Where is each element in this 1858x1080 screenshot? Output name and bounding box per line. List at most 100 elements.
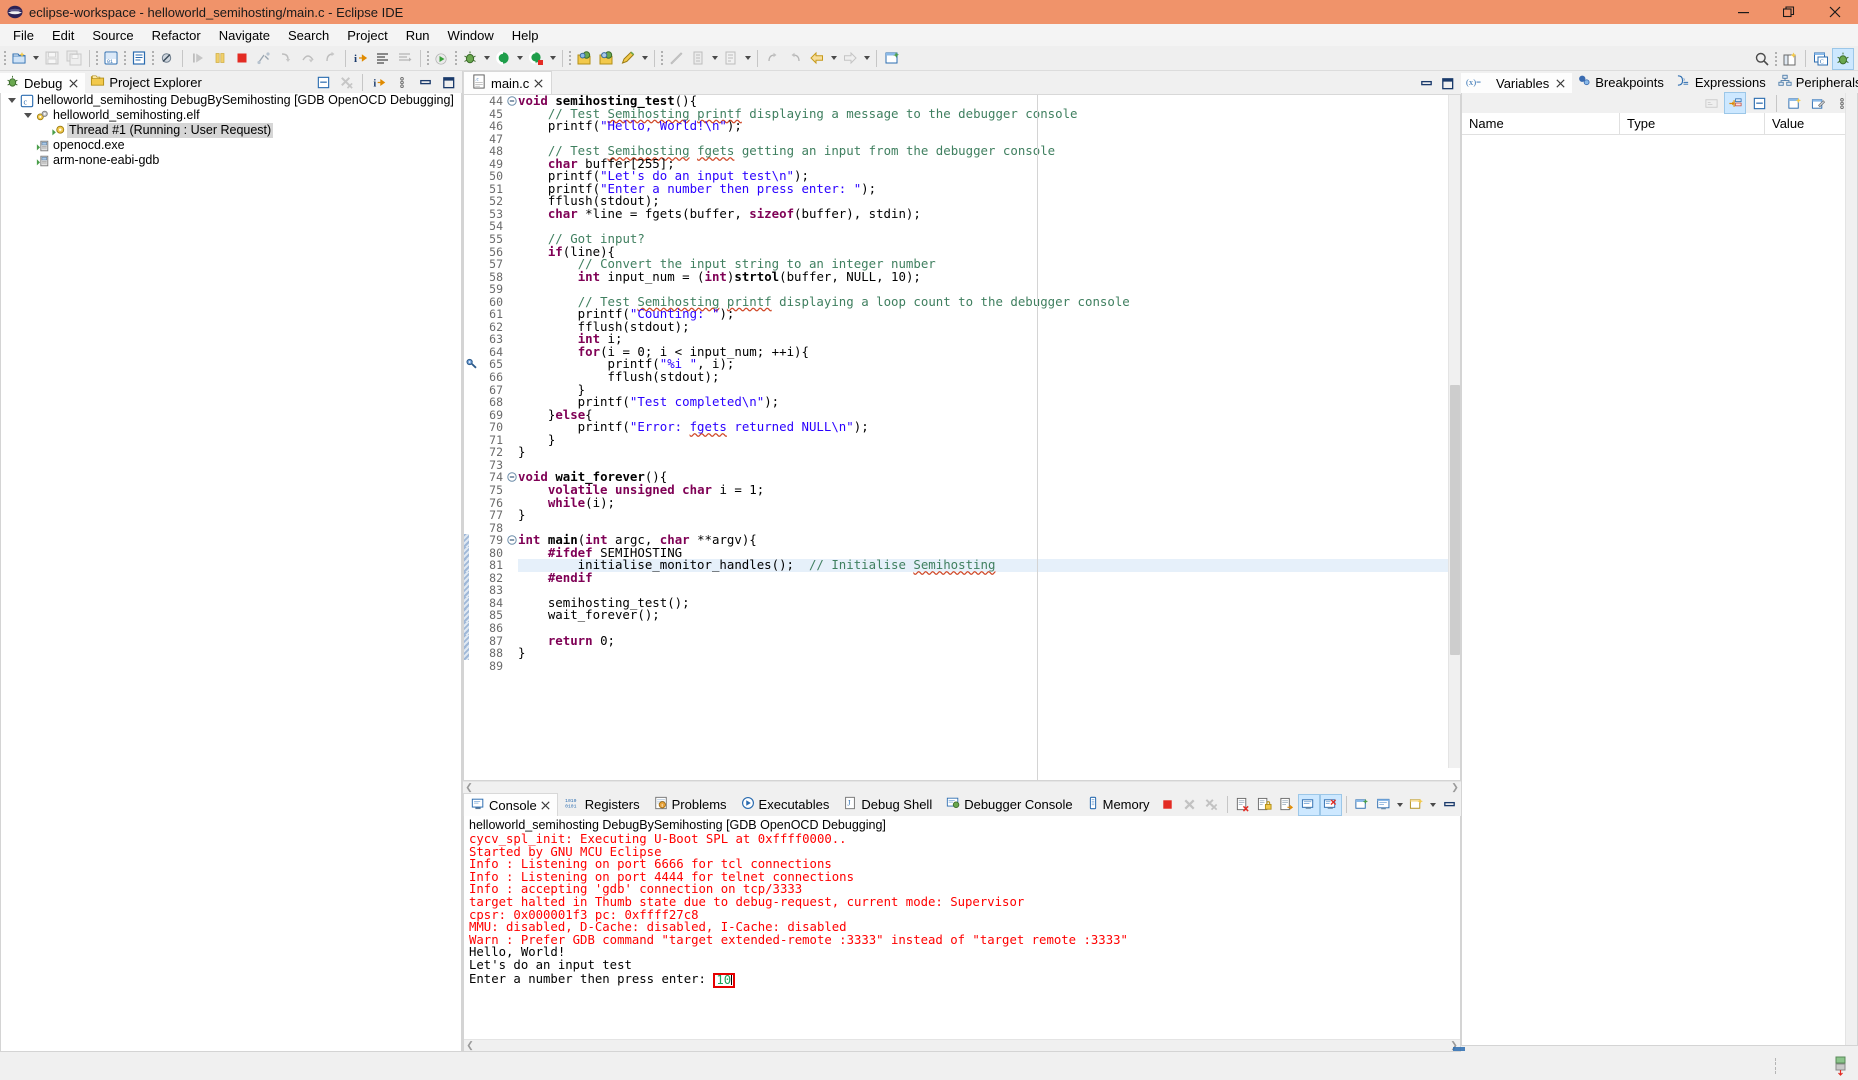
editor-code-line[interactable]: printf("Error: fgets returned NULL\n"); [518,421,1460,434]
minimize-editor-icon[interactable] [1419,76,1434,94]
editor-gutter-cell[interactable] [464,534,480,547]
editor-gutter-cell[interactable] [464,246,480,259]
debug-tree-row[interactable]: openocd.exe [1,138,461,153]
variables-body[interactable]: Name Type Value [1461,93,1858,1046]
editor-gutter-cell[interactable] [464,271,480,284]
new-wizard-icon[interactable] [8,47,30,69]
menu-project[interactable]: Project [338,26,396,45]
toggle-mark-occurrences-icon[interactable] [128,47,150,69]
editor-code-line[interactable]: } [518,509,1460,522]
back-history-icon[interactable] [806,47,828,69]
editor-gutter-cell[interactable] [464,635,480,648]
debug-tree[interactable]: chelloworld_semihosting DebugBySemihosti… [0,93,462,1052]
display-selected-console-icon[interactable] [1373,794,1395,816]
maximize-debug-view-icon[interactable] [437,71,459,93]
minimize-debug-view-icon[interactable] [414,71,436,93]
editor-gutter-cell[interactable] [464,572,480,585]
console-tab-memory[interactable]: Memory [1080,793,1157,816]
status-bar-handle[interactable] [1775,1058,1778,1074]
menu-source[interactable]: Source [83,26,142,45]
variables-rows[interactable] [1462,135,1857,1045]
editor-gutter-cell[interactable] [464,145,480,158]
editor-code-line[interactable]: fflush(stdout); [518,321,1460,334]
editor-gutter-cell[interactable] [464,609,480,622]
editor-gutter-cell[interactable] [464,547,480,560]
editor-code-line[interactable]: volatile unsigned char i = 1; [518,484,1460,497]
editor-code-line[interactable]: initialise_monitor_handles(); // Initial… [518,559,1460,572]
tab-peripherals[interactable]: Peripherals [1773,71,1858,93]
close-console-tab-icon[interactable] [541,798,550,813]
editor-gutter-cell[interactable] [464,95,480,108]
variables-column-value[interactable]: Value [1765,113,1845,135]
editor-gutter-cell[interactable] [464,358,480,371]
new-cpp-project-icon[interactable] [595,47,617,69]
menu-run[interactable]: Run [397,26,439,45]
debug-tree-row[interactable]: chelloworld_semihosting DebugBySemihosti… [1,93,461,108]
close-window-button[interactable] [1812,0,1858,24]
tab-main-c[interactable]: .c main.c [463,71,552,94]
instruction-stepping-icon[interactable]: i [350,47,372,69]
editor-gutter-cell[interactable] [464,258,480,271]
editor-gutter-cell[interactable] [464,434,480,447]
editor-code-line[interactable] [518,220,1460,233]
new-c-project-icon[interactable] [573,47,595,69]
editor-code-line[interactable]: fflush(stdout); [518,371,1460,384]
editor-marker-gutter[interactable] [464,95,480,780]
editor-code-line[interactable]: printf("Hello, World!\n"); [518,120,1460,133]
new-class-arrow[interactable] [639,47,650,69]
editor-gutter-cell[interactable] [464,446,480,459]
menu-search[interactable]: Search [279,26,338,45]
forward-history-arrow[interactable] [861,47,872,69]
console-input-highlight-box[interactable]: 10 [713,973,735,988]
run-icon[interactable] [431,47,453,69]
console-tab-problems[interactable]: !Problems [647,793,734,816]
perspective-c-cpp-icon[interactable]: C [1810,48,1832,70]
editor-code-line[interactable]: // Got input? [518,233,1460,246]
debug-tree-row[interactable]: arm-none-eabi-gdb [1,153,461,168]
quick-access-search-icon[interactable] [1751,48,1773,70]
tab-debug[interactable]: Debug [0,71,85,93]
editor-gutter-cell[interactable] [464,346,480,359]
menu-help[interactable]: Help [503,26,548,45]
back-history-arrow[interactable] [828,47,839,69]
tree-expand-arrow-open[interactable] [5,93,18,108]
editor-code-line[interactable]: } [518,647,1460,660]
word-wrap-icon[interactable] [1276,794,1298,816]
editor-gutter-cell[interactable] [464,622,480,635]
show-console-on-output-icon[interactable] [1298,794,1320,816]
editor-gutter-cell[interactable] [464,158,480,171]
perspective-debug-icon[interactable] [1832,48,1854,70]
debug-tree-row[interactable]: Thread #1 (Running : User Request) [1,123,461,138]
close-variables-tab-icon[interactable] [1556,76,1565,91]
pin-editor-icon[interactable] [881,47,903,69]
editor-gutter-cell[interactable] [464,522,480,535]
show-debug-toolbar-icon[interactable]: i [368,71,390,93]
open-console-arrow[interactable] [1428,794,1439,816]
editor-gutter-cell[interactable] [464,559,480,572]
editor-code-line[interactable] [518,660,1460,673]
editor-gutter-cell[interactable] [464,660,480,673]
open-declaration-icon[interactable] [372,47,394,69]
editor-gutter-cell[interactable] [464,396,480,409]
terminate-icon[interactable] [231,47,253,69]
editor-code-line[interactable]: #endif [518,572,1460,585]
editor-folding-gutter[interactable] [506,95,518,780]
editor-code-line[interactable]: int input_num = (int)strtol(buffer, NULL… [518,271,1460,284]
open-console-icon[interactable] [1406,794,1428,816]
tab-project-explorer[interactable]: Project Explorer [85,71,208,93]
editor-gutter-cell[interactable] [464,647,480,660]
editor-fold-cell[interactable] [506,534,518,547]
editor-gutter-cell[interactable] [464,283,480,296]
close-main-c-icon[interactable] [534,76,543,91]
pin-console-icon[interactable] [1351,794,1373,816]
editor-code-line[interactable] [518,622,1460,635]
editor-gutter-cell[interactable] [464,584,480,597]
editor-gutter-cell[interactable] [464,421,480,434]
menu-edit[interactable]: Edit [43,26,83,45]
editor-scroll-thumb[interactable] [1450,385,1460,655]
display-selected-console-arrow[interactable] [1395,794,1406,816]
edit-watch-expression-icon[interactable] [1807,92,1829,114]
editor-gutter-cell[interactable] [464,597,480,610]
menu-refactor[interactable]: Refactor [143,26,210,45]
tab-variables[interactable]: (x)=Variables [1461,71,1572,93]
